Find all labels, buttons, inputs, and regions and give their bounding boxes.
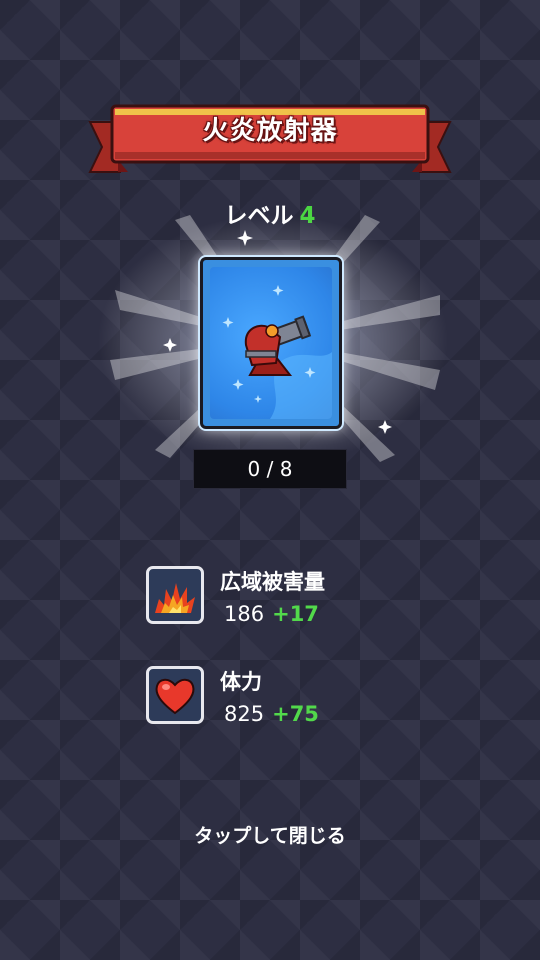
explosion-icon xyxy=(146,566,204,624)
stat-value-area-damage: 186 +17 xyxy=(224,602,319,626)
item-card xyxy=(200,257,342,429)
stat-base-value: 825 xyxy=(224,702,265,726)
item-title: 火炎放射器 xyxy=(202,116,338,146)
title-ribbon: 火炎放射器 xyxy=(88,100,452,180)
stat-base-value: 186 xyxy=(224,602,265,626)
heart-icon xyxy=(146,666,204,724)
flamethrower-turret-icon xyxy=(222,285,332,419)
stat-bonus-value: +17 xyxy=(272,602,319,626)
card-progress-bar: 0 / 8 xyxy=(193,449,347,489)
card-progress-text: 0 / 8 xyxy=(247,457,293,481)
stat-name-area-damage: 広域被害量 xyxy=(220,570,325,594)
stat-name-hp: 体力 xyxy=(220,670,262,694)
card-face xyxy=(210,267,332,419)
stat-bonus-value: +75 xyxy=(272,702,319,726)
tap-to-close-prompt[interactable]: タップして閉じる xyxy=(0,821,540,848)
stat-value-hp: 825 +75 xyxy=(224,702,319,726)
